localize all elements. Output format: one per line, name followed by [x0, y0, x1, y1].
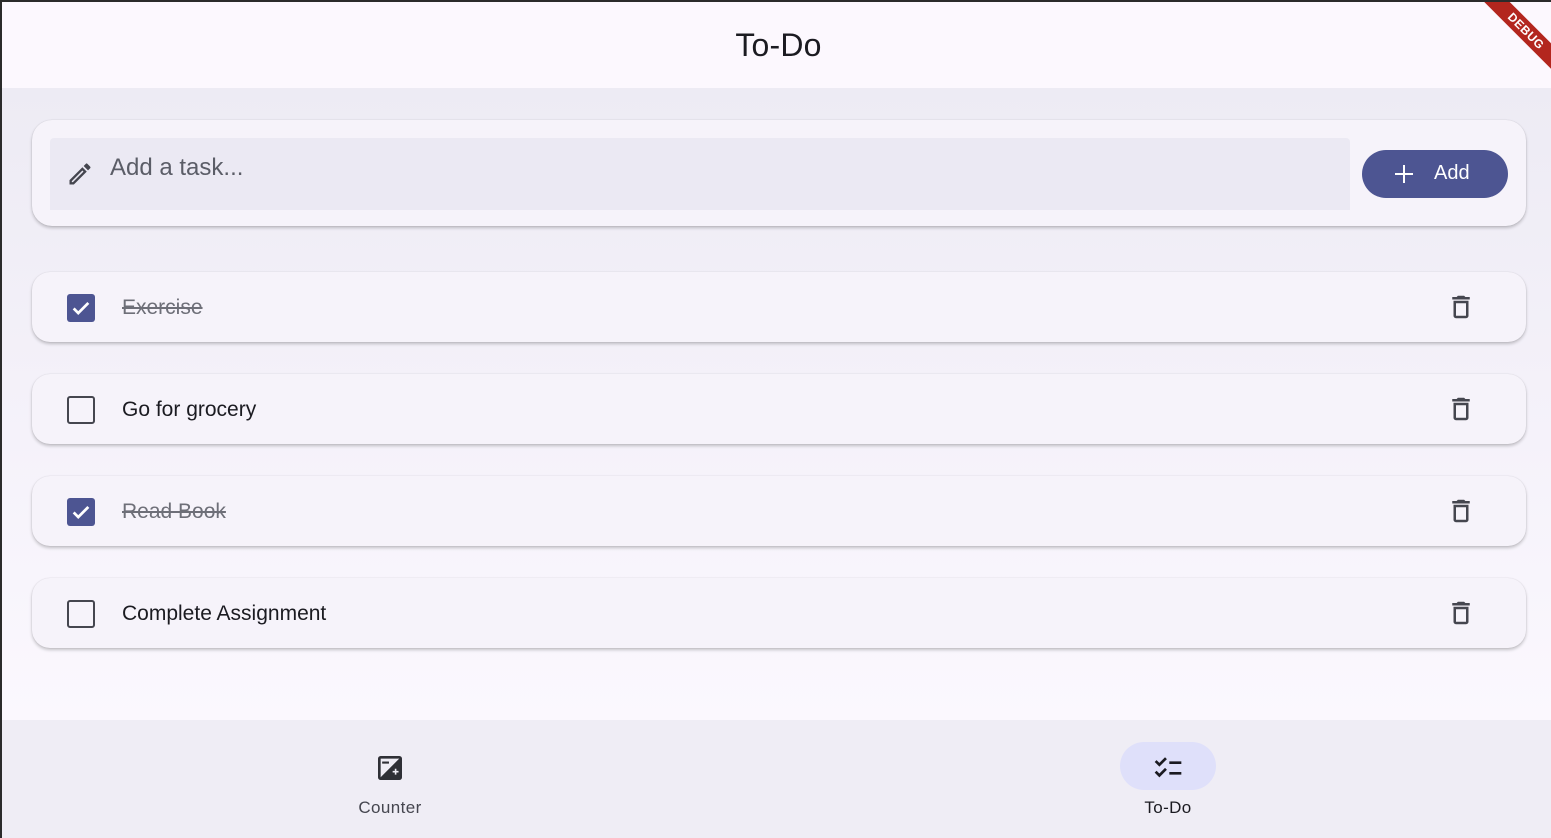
task-label: Exercise	[122, 296, 203, 319]
content-area: Add Exercise Go for grocery	[2, 88, 1551, 720]
task-label: Complete Assignment	[122, 602, 327, 625]
task-input-field[interactable]	[50, 138, 1350, 210]
nav-label: Counter	[358, 798, 422, 817]
task-item: Go for grocery	[32, 374, 1526, 444]
delete-icon[interactable]	[1446, 292, 1476, 322]
debug-banner: DEBUG	[1473, 2, 1551, 84]
task-label: Read Book	[122, 500, 226, 523]
task-checkbox-checked[interactable]	[67, 498, 95, 526]
pencil-icon	[69, 163, 91, 185]
add-button-label: Add	[1434, 162, 1470, 184]
add-task-card: Add	[32, 120, 1526, 226]
nav-label: To-Do	[1144, 798, 1192, 817]
app-window: To-Do DEBUG Add a task... Add Exercise G…	[2, 2, 1551, 838]
delete-icon[interactable]	[1446, 496, 1476, 526]
page-title: To-Do	[735, 26, 822, 63]
nav-item-counter[interactable]: Counter	[290, 742, 490, 822]
nav-item-todo[interactable]: To-Do	[1068, 742, 1268, 822]
task-item: Complete Assignment	[32, 578, 1526, 648]
task-item: Read Book	[32, 476, 1526, 546]
check-icon	[72, 301, 90, 315]
task-input[interactable]	[110, 152, 1330, 184]
app-bar: To-Do DEBUG	[2, 2, 1551, 88]
bottom-navigation-bar: Counter To-Do	[2, 720, 1551, 838]
delete-icon[interactable]	[1446, 394, 1476, 424]
add-task-button[interactable]: Add	[1362, 150, 1508, 198]
plus-icon	[1395, 165, 1413, 183]
task-label: Go for grocery	[122, 398, 257, 421]
check-icon	[72, 505, 90, 519]
task-checkbox-unchecked[interactable]	[67, 396, 95, 424]
exposure-plus-icon	[378, 756, 402, 780]
delete-icon[interactable]	[1446, 598, 1476, 628]
task-checkbox-unchecked[interactable]	[67, 600, 95, 628]
checklist-icon	[1154, 757, 1182, 778]
task-item: Exercise	[32, 272, 1526, 342]
task-checkbox-checked[interactable]	[67, 294, 95, 322]
